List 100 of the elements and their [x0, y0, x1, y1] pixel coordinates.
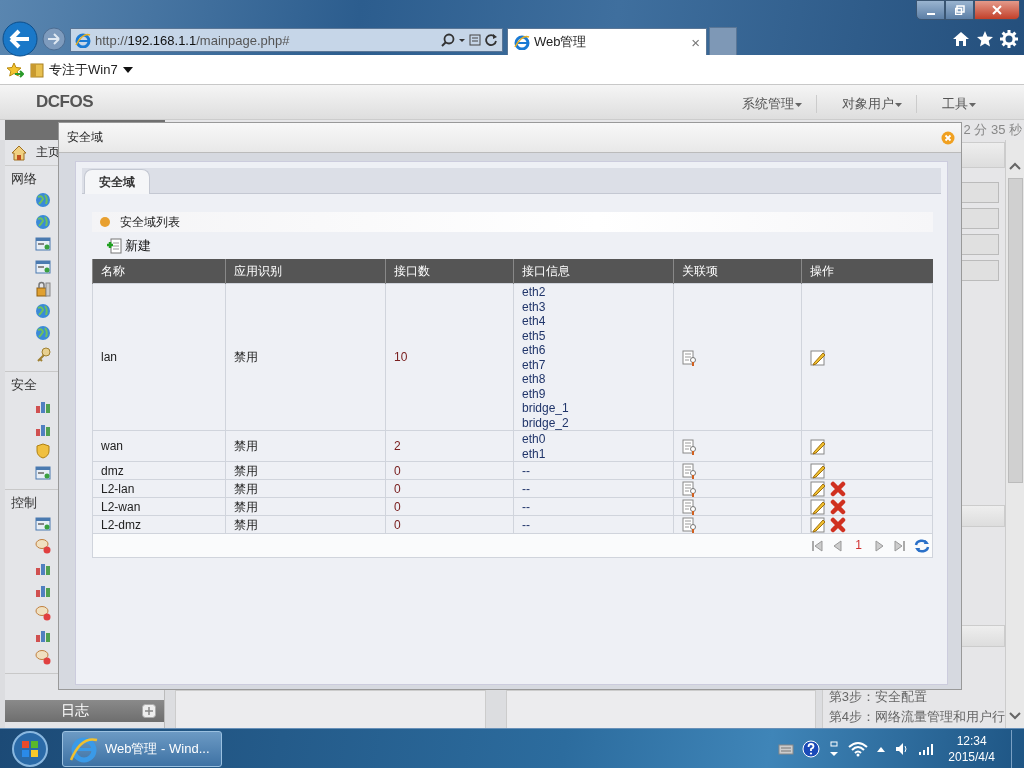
refresh-icon[interactable] — [914, 537, 930, 554]
expand-icon[interactable] — [142, 704, 157, 718]
next-page-icon[interactable] — [874, 538, 886, 553]
maximize-button[interactable] — [945, 0, 974, 20]
chat-icon[interactable] — [35, 604, 51, 621]
shield-icon[interactable] — [35, 442, 51, 459]
interface-name: bridge_2 — [522, 415, 569, 430]
forward-button[interactable] — [42, 27, 66, 51]
table-cell: 禁用 — [234, 439, 258, 454]
view-details-icon[interactable] — [682, 438, 698, 455]
edit-icon[interactable] — [810, 463, 826, 479]
minimize-button[interactable] — [916, 0, 945, 20]
scroll-up-icon[interactable] — [1009, 162, 1022, 170]
view-details-icon[interactable] — [682, 349, 698, 366]
new-button[interactable]: 新建 — [106, 237, 151, 255]
tab-close-button[interactable]: × — [691, 33, 700, 51]
back-button[interactable] — [2, 21, 38, 57]
column-header: 接口信息 — [513, 259, 674, 284]
table-cell: 0 — [394, 499, 401, 514]
first-page-icon[interactable] — [811, 538, 824, 553]
panel-icon[interactable] — [35, 236, 51, 253]
delete-icon[interactable] — [830, 481, 846, 497]
table-cell: wan — [101, 439, 123, 454]
column-header: 接口数 — [385, 259, 514, 284]
section-title: 安全域列表 — [120, 213, 180, 231]
home-icon[interactable] — [952, 30, 970, 48]
settings-icon[interactable] — [1000, 30, 1018, 48]
tab[interactable]: 安全域 — [84, 169, 150, 194]
edit-icon[interactable] — [810, 517, 826, 533]
key-icon[interactable] — [35, 347, 51, 364]
table-cell: dmz — [101, 463, 124, 478]
panel-icon[interactable] — [35, 515, 51, 532]
browser-tab[interactable]: Web管理 × — [507, 28, 707, 55]
caret-icon — [795, 102, 802, 108]
ie-icon — [514, 34, 530, 50]
favorites-star-icon[interactable] — [976, 30, 994, 48]
globe-icon[interactable] — [35, 325, 51, 342]
globe-icon[interactable] — [35, 192, 51, 208]
table-cell: 禁用 — [234, 350, 258, 365]
search-icon[interactable] — [441, 33, 455, 47]
interface-name: bridge_1 — [522, 401, 569, 416]
scrollbar[interactable] — [1005, 140, 1024, 728]
refresh-icon[interactable] — [484, 33, 498, 47]
edit-icon[interactable] — [810, 349, 826, 366]
caret-icon — [895, 102, 902, 108]
lock-icon[interactable] — [35, 280, 51, 297]
globe-icon[interactable] — [35, 214, 51, 231]
close-icon[interactable] — [941, 130, 955, 145]
table-cell: L2-wan — [101, 499, 141, 514]
wifi-icon[interactable] — [848, 740, 869, 757]
sidebar-section-header[interactable]: 日志 — [5, 700, 165, 722]
last-page-icon[interactable] — [894, 538, 906, 553]
keyboard-icon[interactable] — [778, 741, 795, 756]
restore-icon[interactable] — [828, 739, 841, 758]
interface-name: -- — [522, 463, 530, 479]
view-details-icon[interactable] — [682, 463, 698, 479]
scroll-down-icon[interactable] — [1009, 712, 1022, 720]
clock[interactable]: 12:34 2015/4/4 — [948, 732, 995, 765]
help-icon[interactable] — [802, 739, 821, 758]
delete-icon[interactable] — [830, 517, 846, 533]
menu-item[interactable]: 系统管理 — [717, 95, 816, 113]
previous-page-icon[interactable] — [831, 538, 844, 553]
taskbar-button[interactable]: Web管理 - Wind... — [62, 730, 222, 767]
caret-icon — [122, 65, 133, 74]
chat-icon[interactable] — [35, 649, 51, 665]
chat-icon[interactable] — [35, 538, 51, 555]
table-cell: 0 — [394, 463, 401, 478]
favorites-folder[interactable]: 专注于Win7 — [30, 60, 133, 79]
restore-window-icon — [954, 5, 965, 15]
close-button[interactable] — [974, 0, 1020, 20]
delete-icon[interactable] — [830, 499, 846, 515]
menu-item[interactable]: 对象用户 — [816, 95, 916, 113]
globe-icon[interactable] — [35, 302, 51, 319]
view-details-icon[interactable] — [682, 481, 698, 497]
edit-icon[interactable] — [810, 499, 826, 515]
add-favorite-icon[interactable] — [6, 61, 24, 78]
interface-name: eth4 — [522, 314, 546, 329]
table-cell: L2-lan — [101, 481, 135, 496]
signal-icon[interactable] — [918, 741, 935, 756]
folder-icon — [30, 61, 44, 78]
interface-name: eth2 — [522, 285, 546, 300]
address-field[interactable]: http://192.168.1.1/mainpage.php# — [70, 28, 503, 52]
step-text: 第4步：网络流量管理和用户行 — [828, 708, 1006, 726]
interface-name: eth8 — [522, 372, 546, 387]
column-header: 操作 — [801, 259, 933, 284]
bullet-icon — [100, 217, 110, 227]
menu-item[interactable]: 工具 — [916, 95, 990, 113]
edit-icon[interactable] — [810, 438, 826, 455]
interface-name: eth6 — [522, 343, 546, 358]
column-header: 应用识别 — [225, 259, 386, 284]
column-header: 名称 — [92, 259, 226, 284]
page-number: 1 — [854, 538, 863, 553]
panel-icon[interactable] — [35, 258, 51, 275]
view-details-icon[interactable] — [682, 517, 698, 533]
table-cell: 禁用 — [234, 481, 258, 496]
edit-icon[interactable] — [810, 481, 826, 497]
table-cell: 禁用 — [234, 463, 258, 478]
interface-name: -- — [522, 499, 530, 515]
view-details-icon[interactable] — [682, 499, 698, 515]
panel-icon[interactable] — [35, 464, 51, 481]
